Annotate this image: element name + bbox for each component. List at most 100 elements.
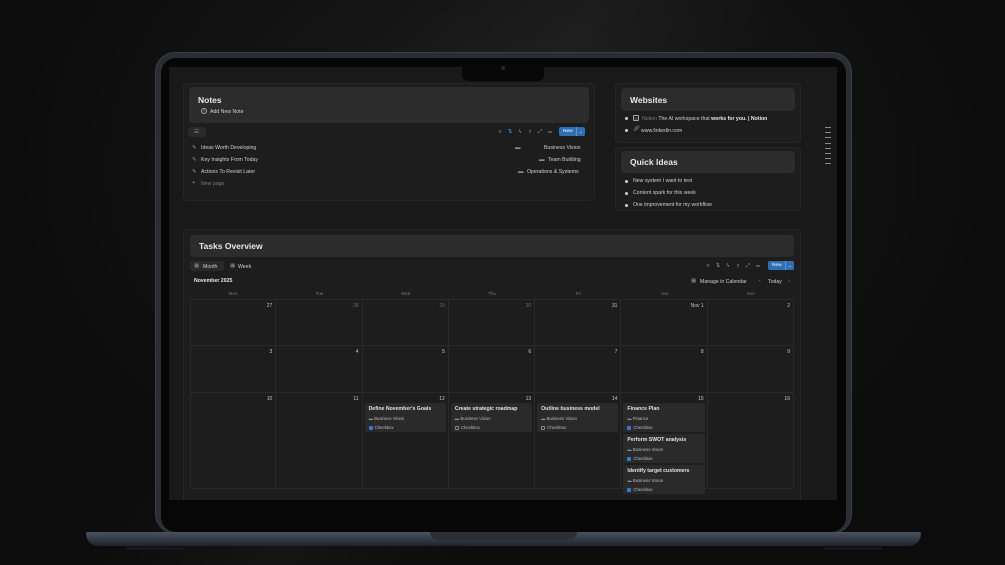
new-page-label: New page	[201, 181, 225, 187]
day-number: 9	[787, 349, 790, 355]
calendar-day-cell[interactable]: 30	[448, 299, 536, 346]
event-tag-label: Business Vision	[374, 416, 405, 421]
page-outline-scrollbar[interactable]	[825, 127, 831, 169]
automation-icon[interactable]: ϟ	[725, 263, 731, 269]
day-number: 13	[525, 396, 532, 402]
tab-month[interactable]: ▦ Month	[190, 261, 224, 271]
calendar-day-cell[interactable]: Nov 1	[621, 299, 708, 346]
link-icon: 🔗︎	[633, 126, 640, 132]
sort-icon[interactable]: ⇅	[507, 129, 513, 135]
tab-week[interactable]: ▦ Week	[227, 261, 257, 271]
calendar-day-cell[interactable]: 27	[190, 299, 277, 346]
note-tag: Business Vision	[544, 145, 581, 151]
quick-ideas-title: Quick Ideas	[630, 157, 678, 167]
calendar-day-cell[interactable]: 28	[276, 299, 363, 346]
add-new-note-button[interactable]: Add New Note	[210, 109, 243, 115]
website-link-linkedin[interactable]: 🔗︎ www.linkedin.com	[625, 126, 800, 135]
calendar-day-cell[interactable]: 5	[362, 346, 449, 393]
calendar-day-cell[interactable]: 4	[276, 346, 363, 393]
event-tag: ▬ Business Vision	[627, 447, 663, 452]
expand-icon[interactable]: ⤢	[745, 263, 751, 269]
list-view-toggle[interactable]: ☰	[188, 127, 206, 137]
website-url: www.linkedin.com	[641, 127, 683, 134]
checkbox-icon[interactable]	[627, 456, 632, 461]
list-item[interactable]: ✎ Actions To Revisit Later ▬ Operations …	[191, 168, 589, 178]
event-tag-label: Business Vision	[632, 447, 664, 452]
settings-icon[interactable]: ⚌	[547, 129, 553, 135]
event-tag: ▬ Business Vision	[369, 416, 405, 421]
settings-icon[interactable]: ⚌	[755, 263, 761, 269]
sort-icon[interactable]: ⇅	[715, 263, 721, 269]
chevron-left-icon[interactable]: ‹	[759, 278, 761, 284]
calendar-day-cell[interactable]: 11	[276, 393, 363, 489]
website-link-notion[interactable]: N Notion The AI workspace that works for…	[625, 114, 800, 123]
calendar-day-cell[interactable]: 31	[535, 299, 622, 346]
notion-dashboard: Notes + Add New Note ☰ ≡ ⇅ ϟ ⌕ ⤢ ⚌ New ⌄…	[169, 67, 837, 500]
calendar-day-cell[interactable]: 6	[448, 346, 536, 393]
calendar-event-card[interactable]: Create strategic roadmap ▬ Business Visio…	[450, 403, 533, 432]
weekday-label: Thu	[488, 291, 496, 296]
checkbox-icon[interactable]	[627, 425, 632, 430]
calendar-event-card[interactable]: Define November's Goals ▬ Business Vision…	[364, 403, 446, 432]
new-page-button[interactable]: + New page	[191, 180, 251, 190]
note-tag: Team Building	[548, 157, 581, 163]
calendar-day-cell[interactable]: 9	[707, 346, 794, 393]
day-number: 27	[266, 303, 273, 309]
plus-icon: +	[192, 180, 196, 186]
checkbox-icon[interactable]	[627, 487, 632, 492]
calendar-event-card[interactable]: Outline business model ▬ Business Vision C…	[537, 403, 619, 432]
day-number: 4	[355, 349, 359, 355]
day-number: 28	[353, 303, 359, 309]
filter-icon[interactable]: ≡	[705, 263, 711, 269]
day-number: 10	[266, 396, 273, 402]
calendar-day-cell[interactable]: 16	[707, 393, 794, 489]
event-checkbox[interactable]: Checkbox	[627, 425, 653, 430]
event-checkbox[interactable]: Checkbox	[541, 425, 566, 430]
event-checkbox[interactable]: Checkbox	[454, 425, 480, 430]
manage-in-calendar-button[interactable]: Manage in Calendar	[700, 279, 747, 285]
calendar-day-cell[interactable]: 29	[362, 299, 449, 346]
search-icon[interactable]: ⌕	[527, 129, 533, 135]
calendar-day-cell[interactable]: 7	[535, 346, 622, 393]
calendar-event-card[interactable]: Perform SWOT analysis ▬ Business Vision Ch…	[623, 434, 705, 463]
quick-idea-text: Content spark for this week	[633, 190, 696, 196]
notes-new-button[interactable]: New ⌄	[559, 127, 585, 136]
checkbox-icon[interactable]	[368, 425, 373, 430]
calendar-day-cell[interactable]: 10	[190, 393, 277, 489]
tab-month-label: Month	[203, 263, 218, 270]
checkbox-label: Checkbox	[374, 425, 394, 430]
weekday-label: Sat	[661, 291, 668, 296]
quick-ideas-header: Quick Ideas	[621, 151, 795, 173]
chevron-right-icon[interactable]: ›	[788, 278, 790, 284]
weekday-label: Tue	[315, 291, 324, 296]
filter-icon[interactable]: ≡	[497, 129, 503, 135]
expand-icon[interactable]: ⤢	[537, 129, 543, 135]
calendar-day-cell[interactable]: 2	[707, 299, 794, 346]
website-site-name: Notion	[642, 115, 657, 122]
websites-title: Websites	[630, 95, 668, 105]
search-icon[interactable]: ⌕	[735, 263, 741, 269]
plus-circle-icon[interactable]: +	[201, 108, 207, 114]
event-checkbox[interactable]: Checkbox	[627, 456, 653, 461]
calendar-day-cell[interactable]: 3	[190, 346, 277, 393]
today-button[interactable]: Today	[768, 279, 782, 285]
checkbox-icon[interactable]	[454, 425, 459, 430]
event-checkbox[interactable]: Checkbox	[627, 487, 653, 492]
day-number: Nov 1	[690, 303, 704, 309]
chevron-down-icon[interactable]: ⌄	[785, 261, 794, 270]
list-item[interactable]: ✎ Key Insights From Today ▬ Team Buildin…	[191, 156, 589, 166]
calendar-event-card[interactable]: Finance Plan ▬ Finance Checkbox	[623, 403, 705, 432]
calendar-day-cell[interactable]: 8	[621, 346, 708, 393]
list-item[interactable]: ✎ Ideas Worth Developing ▬ Business Visi…	[191, 144, 589, 154]
event-checkbox[interactable]: Checkbox	[368, 425, 394, 430]
checkbox-icon[interactable]	[541, 425, 546, 430]
checkbox-label: Checkbox	[633, 456, 653, 461]
weekday-label: Fri	[575, 291, 581, 296]
calendar-event-card[interactable]: Identify target customers ▬ Business Visi…	[623, 465, 705, 494]
tasks-new-button[interactable]: New ⌄	[768, 261, 794, 270]
automation-icon[interactable]: ϟ	[517, 129, 523, 135]
checkbox-label: Checkbox	[460, 425, 480, 430]
chevron-down-icon[interactable]: ⌄	[576, 127, 585, 136]
day-number: 8	[700, 349, 704, 355]
note-title: Ideas Worth Developing	[201, 145, 257, 151]
